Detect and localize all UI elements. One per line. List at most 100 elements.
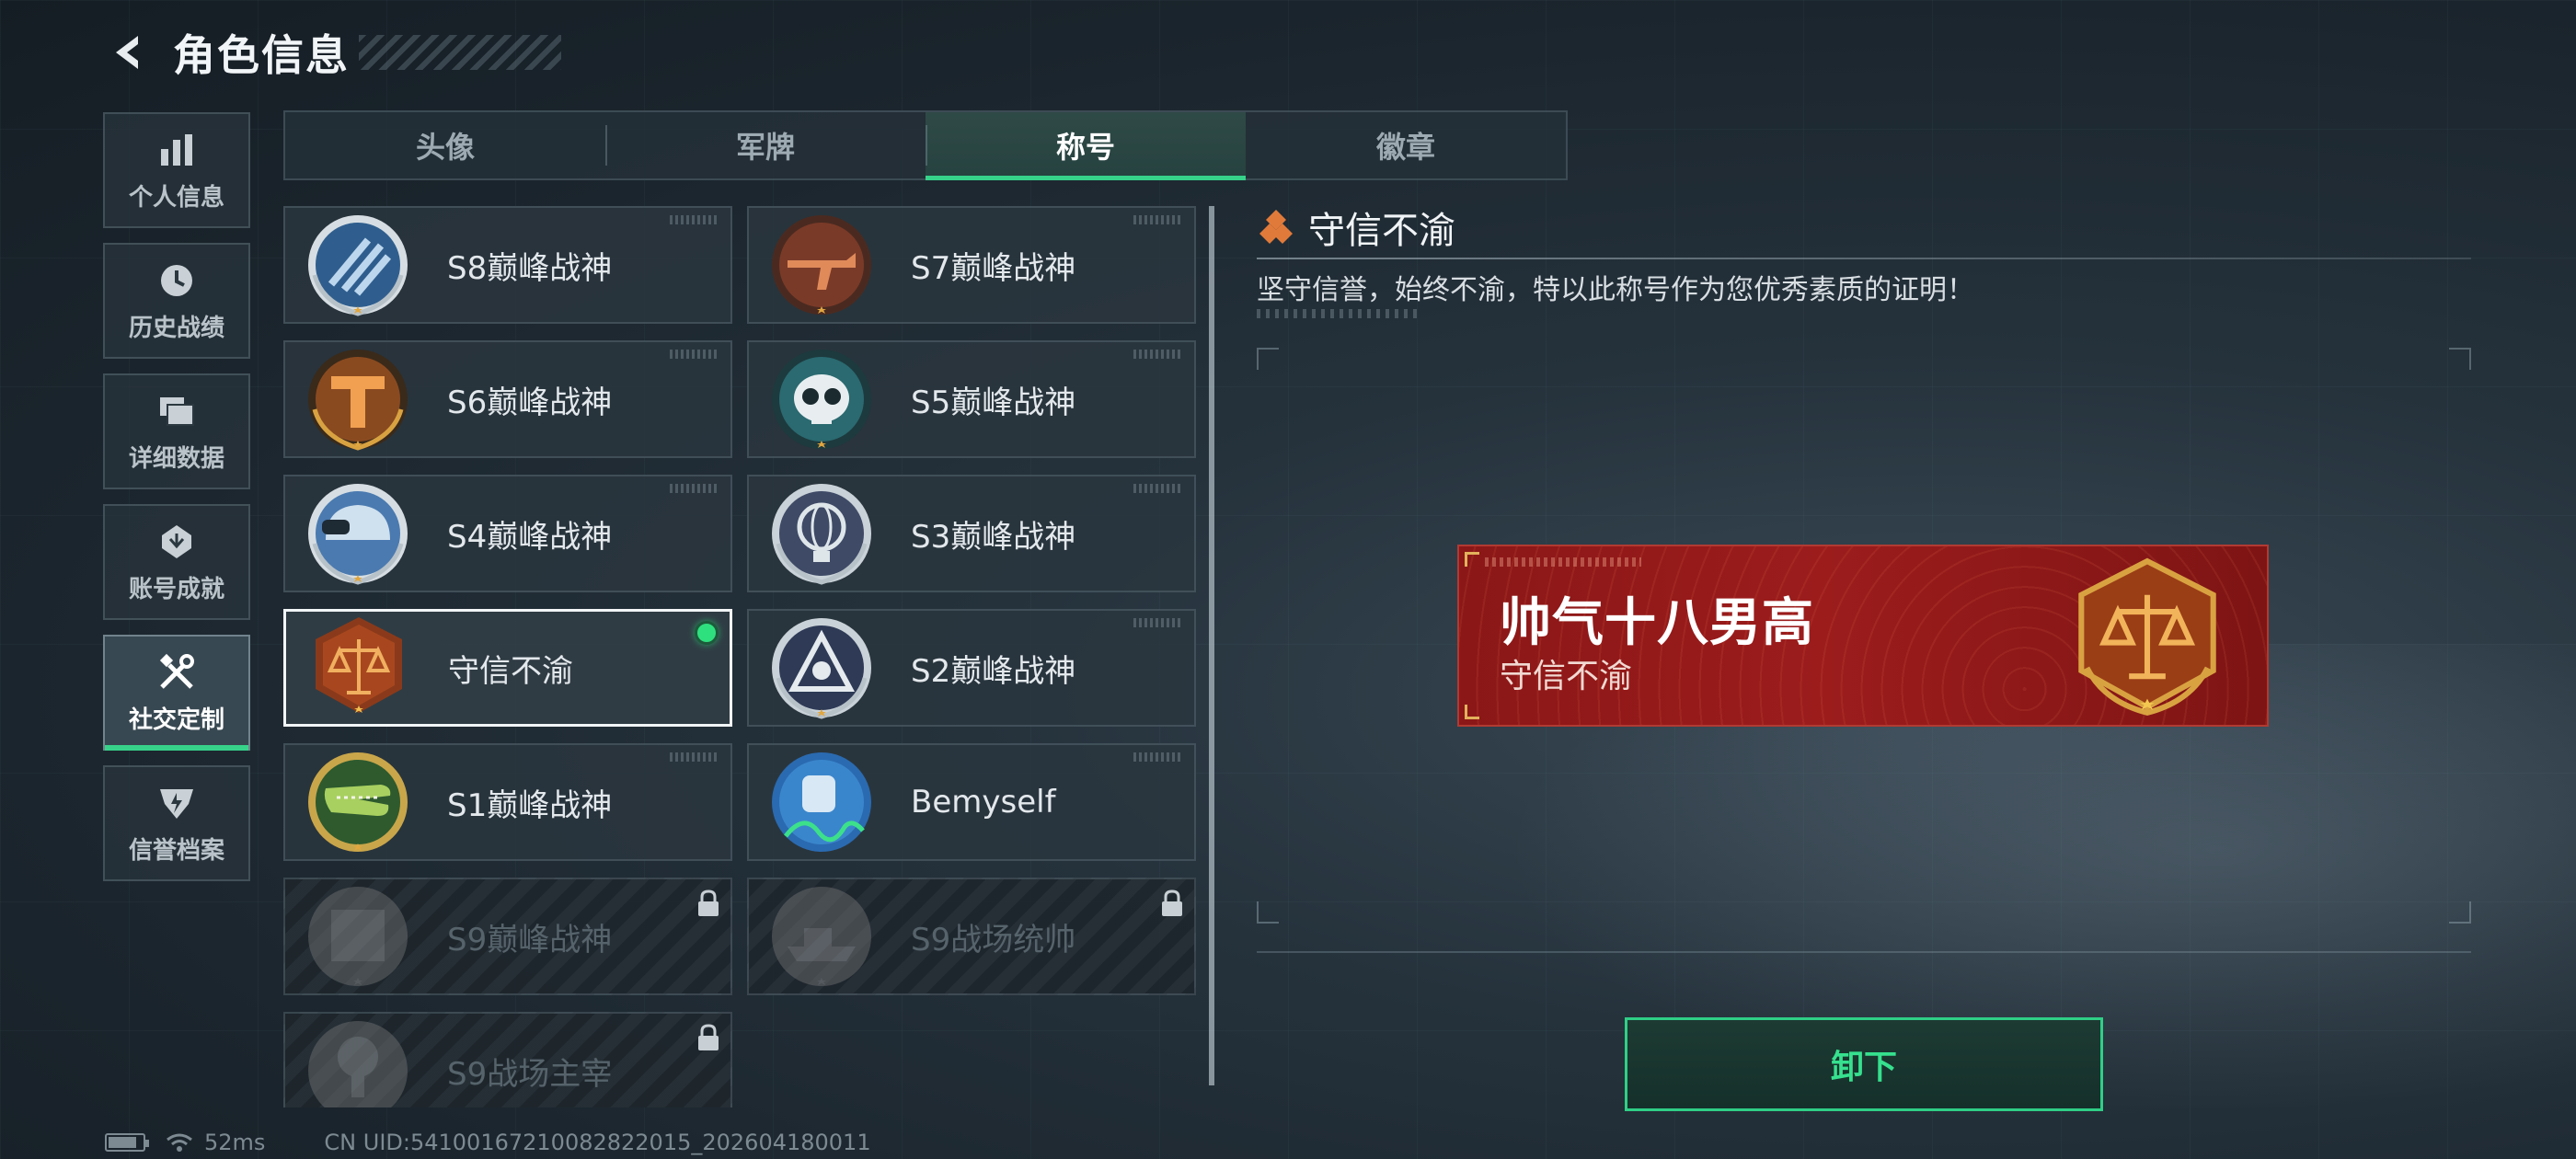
card-decoration: [670, 350, 719, 359]
detail-title: 守信不渝: [1308, 210, 1455, 252]
title-label: S1巅峰战神: [447, 786, 613, 824]
preview-title: 守信不渝: [1500, 658, 1633, 695]
frame-corner: [1257, 901, 1279, 924]
title-card[interactable]: Bemyself: [747, 743, 1196, 861]
sidebar-item-label: 详细数据: [128, 444, 224, 473]
sidebar: 个人信息 历史战绩 详细数据 账号成就 社交定制 信誉档案: [103, 112, 250, 896]
bar-chart-icon: [155, 129, 198, 171]
title-label: S9战场统帅: [911, 921, 1076, 958]
title-card-locked[interactable]: S9战场统帅: [747, 878, 1196, 995]
divider: [1257, 258, 2471, 259]
crocodile-emblem: [304, 748, 412, 856]
detail-header: 守信不渝: [1257, 201, 1455, 254]
title-card[interactable]: S5巅峰战神: [747, 340, 1196, 458]
wifi-icon: [167, 1133, 192, 1152]
frame-corner: [2449, 901, 2471, 924]
preview-decoration: [1485, 557, 1641, 567]
sidebar-item-label: 账号成就: [128, 575, 224, 603]
copper-gun-emblem: [767, 211, 876, 319]
folder-icon: [155, 390, 198, 432]
divider: [1257, 951, 2471, 953]
tools-icon: [155, 651, 198, 694]
title-card-selected[interactable]: 守信不渝: [283, 609, 732, 727]
triangle-eye-emblem: [767, 614, 876, 722]
sidebar-item-history[interactable]: 历史战绩: [103, 243, 250, 359]
back-button[interactable]: [101, 25, 156, 80]
title-card[interactable]: S7巅峰战神: [747, 206, 1196, 324]
bronze-t-emblem: [304, 345, 412, 453]
sidebar-item-achievements[interactable]: 账号成就: [103, 504, 250, 620]
sidebar-item-social-custom[interactable]: 社交定制: [103, 635, 250, 751]
ping-value: 52ms: [204, 1130, 266, 1155]
title-label: S5巅峰战神: [911, 384, 1076, 421]
title-label: 守信不渝: [448, 652, 573, 690]
title-label: S9战场主宰: [447, 1055, 613, 1093]
title-card[interactable]: S3巅峰战神: [747, 475, 1196, 592]
battery-icon: [105, 1133, 149, 1152]
card-decoration: [1133, 752, 1183, 762]
back-arrow-icon: [116, 36, 138, 69]
title-card[interactable]: S2巅峰战神: [747, 609, 1196, 727]
diamond-icon: [1259, 210, 1293, 244]
lock-icon: [698, 1024, 719, 1050]
blue-stripes-emblem: [304, 211, 412, 319]
detail-decoration: [1257, 309, 1419, 318]
card-decoration: [670, 484, 719, 493]
title-card-locked[interactable]: S9巅峰战神: [283, 878, 732, 995]
title-card[interactable]: S4巅峰战神: [283, 475, 732, 592]
title-list-scrollbar[interactable]: [1209, 206, 1214, 1085]
teal-skull-emblem: [767, 345, 876, 453]
sidebar-item-label: 社交定制: [128, 706, 224, 734]
card-decoration: [1133, 350, 1183, 359]
sidebar-item-personal-info[interactable]: 个人信息: [103, 112, 250, 228]
tab-avatar[interactable]: 头像: [285, 112, 605, 178]
title-label: S2巅峰战神: [911, 652, 1076, 690]
title-label: S3巅峰战神: [911, 518, 1076, 556]
unequip-button[interactable]: 卸下: [1625, 1017, 2103, 1111]
title-card-locked[interactable]: S9战场主宰: [283, 1012, 732, 1107]
lock-icon: [698, 889, 719, 916]
title-decoration: [359, 35, 561, 70]
page-title: 角色信息: [173, 30, 350, 80]
title-card[interactable]: S8巅峰战神: [283, 206, 732, 324]
title-card[interactable]: S6巅峰战神: [283, 340, 732, 458]
scales-emblem: [2064, 556, 2230, 721]
title-label: S9巅峰战神: [447, 921, 613, 958]
frame-corner: [1257, 348, 1279, 370]
nameplate-preview: 帅气十八男高 守信不渝: [1457, 545, 2269, 727]
title-label: S6巅峰战神: [447, 384, 613, 421]
card-decoration: [1133, 618, 1183, 627]
card-decoration: [1133, 484, 1183, 493]
signature-emblem: [767, 748, 876, 856]
scrollbar-thumb[interactable]: [1209, 206, 1214, 1085]
achievement-icon: [155, 521, 198, 563]
category-tabs: 头像 军牌 称号 徽章: [283, 110, 1568, 180]
helmet-emblem: [304, 479, 412, 588]
lock-icon: [1162, 889, 1182, 916]
sidebar-item-label: 历史战绩: [128, 314, 224, 342]
preview-player-name: 帅气十八男高: [1500, 593, 1814, 653]
preview-corner: [1465, 705, 1479, 719]
equipped-indicator: [695, 621, 719, 645]
page-header: 角色信息: [101, 20, 561, 85]
tab-badge[interactable]: 徽章: [1246, 112, 1566, 178]
scales-emblem: [305, 614, 413, 722]
sidebar-item-credit-file[interactable]: 信誉档案: [103, 765, 250, 881]
detail-description: 坚守信誉，始终不渝，特以此称号作为您优秀素质的证明！: [1257, 274, 1974, 306]
preview-corner: [1465, 552, 1479, 567]
ship-emblem: [767, 882, 876, 991]
globe-emblem: [767, 479, 876, 588]
sidebar-item-label: 个人信息: [128, 183, 224, 212]
tab-title[interactable]: 称号: [926, 112, 1246, 180]
explosion-emblem: [304, 1016, 412, 1107]
frame-corner: [2449, 348, 2471, 370]
sidebar-item-label: 信誉档案: [128, 836, 224, 865]
tab-dog-tag[interactable]: 军牌: [605, 112, 926, 178]
title-card[interactable]: S1巅峰战神: [283, 743, 732, 861]
title-label: S4巅峰战神: [447, 518, 613, 556]
sidebar-item-details[interactable]: 详细数据: [103, 373, 250, 489]
user-uid: CN UID:54100167210082822015_202604180011: [324, 1130, 871, 1155]
history-clock-icon: [155, 259, 198, 302]
card-decoration: [670, 752, 719, 762]
status-bar: 52ms CN UID:54100167210082822015_2026041…: [105, 1130, 871, 1155]
